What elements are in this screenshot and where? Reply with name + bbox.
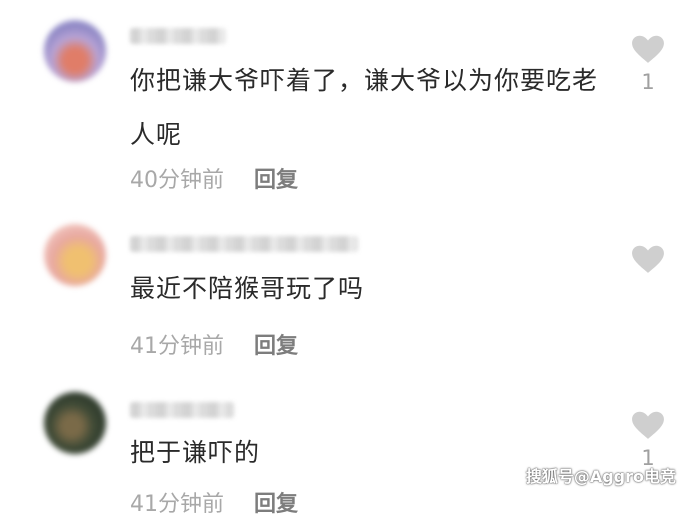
- reply-button[interactable]: 回复: [254, 334, 298, 359]
- heart-icon: [632, 35, 664, 63]
- comment-time: 41分钟前: [130, 334, 224, 359]
- comment-time: 41分钟前: [130, 492, 224, 517]
- comment-meta: 41分钟前 回复: [130, 328, 298, 360]
- avatar[interactable]: [44, 20, 106, 82]
- comment-text: 最近不陪猴哥玩了吗: [130, 274, 365, 303]
- comment-time: 40分钟前: [130, 168, 224, 193]
- like-button[interactable]: [626, 244, 670, 280]
- like-count: 1: [641, 70, 655, 94]
- heart-icon: [632, 245, 664, 273]
- reply-button[interactable]: 回复: [254, 168, 298, 193]
- username-blurred[interactable]: [130, 236, 358, 252]
- like-button[interactable]: 1: [626, 410, 670, 470]
- comment-meta: 40分钟前 回复: [130, 162, 298, 194]
- avatar[interactable]: [44, 392, 106, 454]
- avatar[interactable]: [44, 224, 106, 286]
- watermark: 搜狐号@Aggro电竞: [525, 467, 676, 486]
- username-blurred[interactable]: [130, 28, 226, 44]
- comment-text: 你把谦大爷吓着了，谦大爷以为你要吃老人呢: [130, 66, 599, 149]
- like-button[interactable]: 1: [626, 34, 670, 94]
- comment-meta: 41分钟前 回复: [130, 486, 298, 518]
- username-blurred[interactable]: [130, 402, 234, 418]
- heart-icon: [632, 411, 664, 439]
- reply-button[interactable]: 回复: [254, 492, 298, 517]
